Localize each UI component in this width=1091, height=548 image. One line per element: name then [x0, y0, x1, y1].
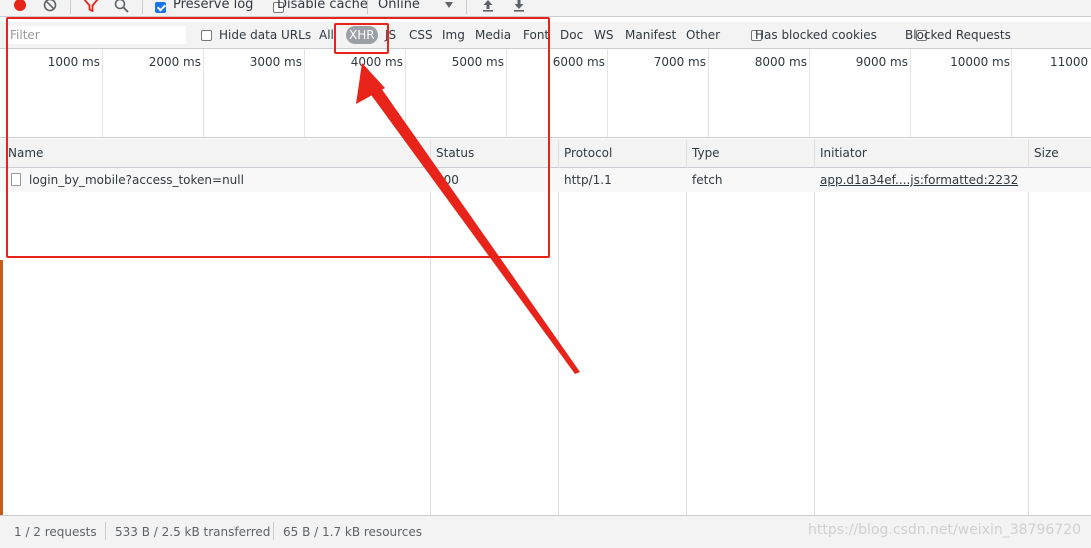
column-header-size[interactable]: Size — [1034, 146, 1059, 160]
request-name[interactable]: login_by_mobile?access_token=null — [29, 173, 244, 187]
column-divider[interactable] — [430, 139, 431, 515]
window-edge-accent — [0, 260, 3, 515]
tick-line — [203, 49, 204, 137]
toolbar-divider — [367, 0, 368, 14]
document-icon — [11, 173, 21, 186]
chevron-down-icon[interactable] — [443, 0, 455, 14]
tick-line — [708, 49, 709, 137]
type-filter-font[interactable]: Font — [520, 26, 552, 44]
export-har-icon[interactable] — [511, 0, 527, 14]
hide-data-urls-label: Hide data URLs — [219, 28, 312, 42]
timeline-overview[interactable]: 1000 ms 2000 ms 3000 ms 4000 ms 5000 ms … — [0, 49, 1091, 138]
network-toolbar: Preserve log Disable cache Online — [0, 0, 1091, 17]
status-divider — [105, 522, 106, 540]
search-icon[interactable] — [112, 0, 130, 14]
tick-line — [102, 49, 103, 137]
tick-line — [405, 49, 406, 137]
type-filter-doc[interactable]: Doc — [557, 26, 586, 44]
table-row[interactable]: login_by_mobile?access_token=null 200 ht… — [0, 168, 1091, 192]
tick-label: 11000 — [1050, 55, 1089, 69]
watermark: https://blog.csdn.net/weixin_38796720 — [807, 522, 1081, 538]
clear-icon[interactable] — [42, 0, 58, 14]
type-filter-media[interactable]: Media — [472, 26, 514, 44]
request-count: 1 / 2 requests — [14, 525, 97, 539]
type-filter-ws[interactable]: WS — [591, 26, 616, 44]
tick-line — [304, 49, 305, 137]
tick-label: 6000 ms — [552, 55, 605, 69]
import-har-icon[interactable] — [480, 0, 496, 14]
has-blocked-cookies-label: Has blocked cookies — [755, 28, 877, 42]
column-header-initiator[interactable]: Initiator — [820, 146, 867, 160]
request-table-header: Name Status Protocol Type Initiator Size — [0, 139, 1091, 168]
blocked-requests-label: Blocked Requests — [905, 28, 1011, 42]
tick-label: 7000 ms — [653, 55, 706, 69]
status-divider — [273, 522, 274, 540]
type-filter-xhr[interactable]: XHR — [346, 26, 378, 44]
record-icon[interactable] — [12, 0, 28, 14]
tick-label: 3000 ms — [249, 55, 302, 69]
request-type: fetch — [692, 173, 723, 187]
tick-label: 5000 ms — [451, 55, 504, 69]
type-filter-other[interactable]: Other — [683, 26, 723, 44]
tick-line — [1011, 49, 1012, 137]
column-divider[interactable] — [686, 139, 687, 515]
disable-cache-label: Disable cache — [277, 0, 368, 12]
filter-input[interactable] — [6, 26, 186, 44]
type-filter-manifest[interactable]: Manifest — [622, 26, 679, 44]
hide-data-urls-checkbox[interactable] — [201, 30, 212, 41]
toolbar-divider — [142, 0, 143, 14]
resources-size: 65 B / 1.7 kB resources — [283, 525, 423, 539]
request-protocol: http/1.1 — [564, 173, 612, 187]
toolbar-divider — [466, 0, 467, 14]
throttling-select[interactable]: Online — [378, 0, 420, 12]
transferred-size: 533 B / 2.5 kB transferred — [115, 525, 271, 539]
request-initiator-link[interactable]: app.d1a34ef....js:formatted:2232 — [820, 173, 1018, 187]
column-divider[interactable] — [558, 139, 559, 515]
tick-label: 2000 ms — [148, 55, 201, 69]
filter-bar: Hide data URLs All XHR JS CSS Img Media … — [0, 22, 1091, 49]
column-divider[interactable] — [1028, 139, 1029, 515]
tick-line — [910, 49, 911, 137]
toolbar-divider — [70, 0, 71, 14]
column-header-status[interactable]: Status — [436, 146, 474, 160]
type-filter-js[interactable]: JS — [382, 26, 399, 44]
tick-line — [809, 49, 810, 137]
preserve-log-checkbox[interactable] — [155, 2, 166, 13]
request-status: 200 — [436, 173, 459, 187]
tick-label: 8000 ms — [754, 55, 807, 69]
tick-label: 1000 ms — [47, 55, 100, 69]
tick-line — [607, 49, 608, 137]
tick-line — [506, 49, 507, 137]
preserve-log-label: Preserve log — [173, 0, 254, 12]
column-header-protocol[interactable]: Protocol — [564, 146, 612, 160]
network-status-bar: 1 / 2 requests 533 B / 2.5 kB transferre… — [0, 515, 1091, 548]
type-filter-img[interactable]: Img — [439, 26, 468, 44]
tick-label: 4000 ms — [350, 55, 403, 69]
column-header-name[interactable]: Name — [8, 146, 43, 160]
column-divider[interactable] — [814, 139, 815, 515]
tick-label: 10000 ms — [950, 55, 1010, 69]
type-filter-all[interactable]: All — [316, 26, 337, 44]
tick-label: 9000 ms — [855, 55, 908, 69]
request-initiator-cell: app.d1a34ef....js:formatted:2232 — [820, 173, 1018, 187]
type-filter-css[interactable]: CSS — [406, 26, 436, 44]
column-header-type[interactable]: Type — [692, 146, 720, 160]
filter-icon[interactable] — [82, 0, 100, 14]
